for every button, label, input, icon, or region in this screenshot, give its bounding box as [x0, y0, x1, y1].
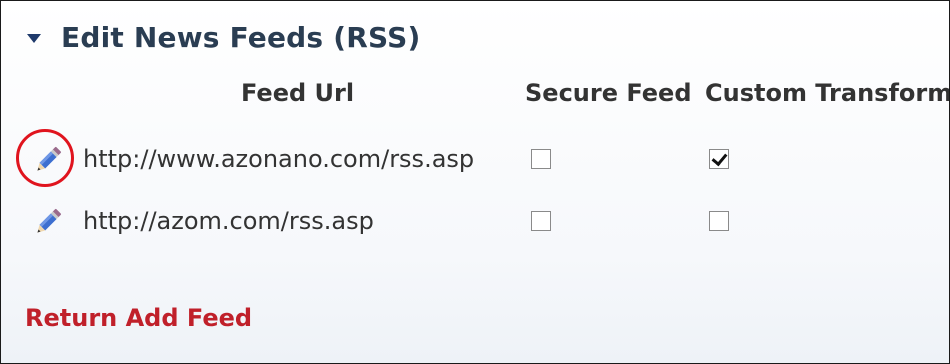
custom-transform-checkbox[interactable] [709, 211, 729, 231]
add-feed-link[interactable]: Add Feed [126, 304, 252, 332]
edit-feed-button[interactable] [31, 143, 65, 177]
pencil-icon [37, 208, 62, 233]
footer-links: Return Add Feed [25, 304, 252, 332]
section-title: Edit News Feeds (RSS) [61, 21, 421, 54]
return-link[interactable]: Return [25, 304, 117, 332]
secure-feed-checkbox[interactable] [531, 149, 551, 169]
edit-news-feeds-panel: Edit News Feeds (RSS) Feed Url Secure Fe… [0, 0, 950, 364]
custom-transform-checkbox[interactable] [709, 149, 729, 169]
table-row: http://www.azonano.com/rss.asp [1, 139, 949, 179]
triangle-down-icon[interactable] [27, 33, 41, 43]
column-header-custom-transform: Custom Transform [705, 79, 950, 107]
edit-feed-button[interactable] [31, 205, 65, 239]
feed-url: http://azom.com/rss.asp [83, 207, 374, 235]
secure-feed-checkbox[interactable] [531, 211, 551, 231]
pencil-icon [37, 146, 62, 171]
table-row: http://azom.com/rss.asp [1, 201, 949, 241]
section-header[interactable]: Edit News Feeds (RSS) [27, 21, 420, 54]
column-header-secure-feed: Secure Feed [525, 79, 692, 107]
feed-url: http://www.azonano.com/rss.asp [83, 145, 475, 173]
column-header-feed-url: Feed Url [241, 79, 355, 107]
